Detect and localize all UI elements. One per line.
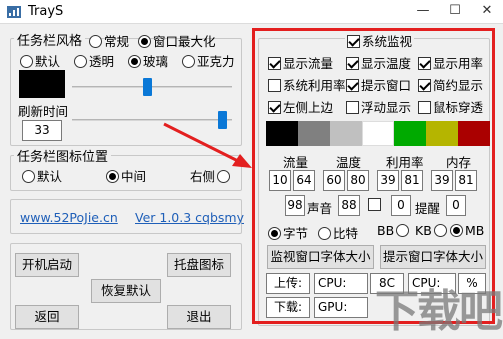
- version-link[interactable]: Ver 1.0.3 cqbsmy: [135, 210, 244, 225]
- restore-default-button[interactable]: 恢复默认: [91, 279, 161, 303]
- close-button[interactable]: ✕: [471, 0, 503, 24]
- back-button[interactable]: 返回: [15, 305, 79, 329]
- style-acrylic-radio[interactable]: 亚克力: [182, 51, 235, 70]
- refresh-time-input[interactable]: 33: [22, 120, 62, 141]
- position-center-radio[interactable]: 中间: [106, 166, 146, 185]
- website-link[interactable]: www.52PoJie.cn: [20, 210, 118, 225]
- watermark-logo: 下载吧: [375, 286, 503, 337]
- taskbar-color-preview[interactable]: [19, 70, 65, 98]
- app-icon: [6, 4, 22, 20]
- alpha-slider[interactable]: [72, 78, 232, 96]
- mode-max-radio[interactable]: 窗口最大化: [138, 31, 216, 50]
- window-title: TrayS: [28, 4, 64, 19]
- maximize-button[interactable]: ☐: [439, 0, 471, 24]
- icon-position-legend: 任务栏图标位置: [14, 146, 112, 165]
- mode-normal-radio[interactable]: 常规: [89, 31, 129, 50]
- minimize-button[interactable]: —: [407, 0, 439, 24]
- taskbar-style-legend: 任务栏风格: [14, 30, 86, 49]
- style-glass-radio[interactable]: 玻璃: [128, 51, 168, 70]
- position-default-radio[interactable]: 默认: [22, 166, 62, 185]
- alpha-slider-thumb[interactable]: [143, 78, 152, 96]
- annotation-arrow: [163, 122, 252, 168]
- refresh-time-label: 刷新时间: [18, 104, 69, 119]
- style-transparent-radio[interactable]: 透明: [74, 51, 114, 70]
- style-default-radio[interactable]: 默认: [20, 51, 60, 70]
- autostart-button[interactable]: 开机启动: [15, 253, 79, 277]
- title-bar: TrayS — ☐ ✕: [0, 0, 503, 24]
- tray-icon-button[interactable]: 托盘图标: [167, 253, 231, 277]
- exit-button[interactable]: 退出: [167, 305, 231, 329]
